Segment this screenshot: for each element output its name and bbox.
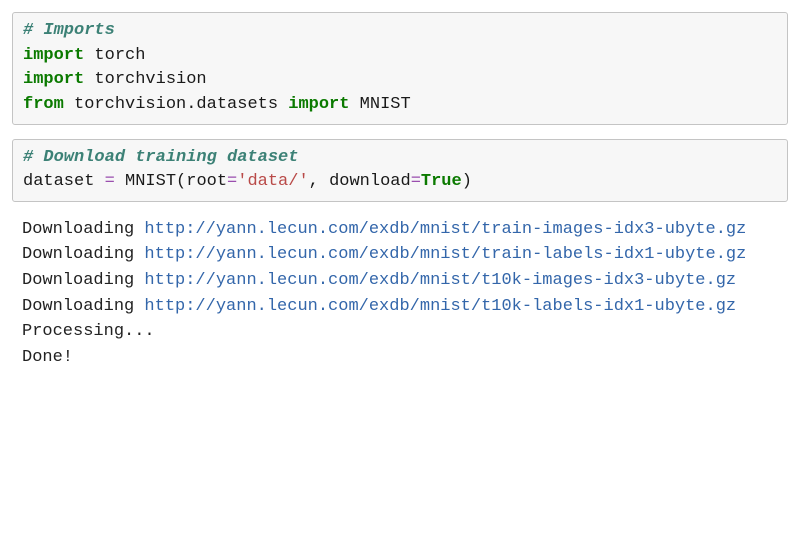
- paren-close: ): [462, 172, 472, 191]
- arg-download: , download: [309, 172, 411, 191]
- keyword-import: import: [23, 46, 84, 65]
- download-url-3: http://yann.lecun.com/exdb/mnist/t10k-im…: [144, 271, 736, 290]
- assign-op: =: [105, 172, 115, 191]
- keyword-from: from: [23, 95, 64, 114]
- downloading-label: Downloading: [22, 271, 144, 290]
- download-line: Downloading http://yann.lecun.com/exdb/m…: [22, 243, 778, 268]
- kwarg-eq: =: [227, 172, 237, 191]
- download-line: Downloading http://yann.lecun.com/exdb/m…: [22, 295, 778, 320]
- done-line: Done!: [22, 346, 778, 371]
- comment-download: # Download training dataset: [23, 148, 298, 167]
- downloading-label: Downloading: [22, 297, 144, 316]
- code-cell-download: # Download training dataset dataset = MN…: [12, 139, 788, 202]
- download-url-1: http://yann.lecun.com/exdb/mnist/train-i…: [144, 220, 746, 239]
- download-line: Downloading http://yann.lecun.com/exdb/m…: [22, 269, 778, 294]
- comment-imports: # Imports: [23, 21, 115, 40]
- code-cell-imports: # Imports import torch import torchvisio…: [12, 12, 788, 125]
- download-url-2: http://yann.lecun.com/exdb/mnist/train-l…: [144, 245, 746, 264]
- var-dataset: dataset: [23, 172, 105, 191]
- module-torch: torch: [84, 46, 145, 65]
- const-true: True: [421, 172, 462, 191]
- download-line: Downloading http://yann.lecun.com/exdb/m…: [22, 218, 778, 243]
- output-cell: Downloading http://yann.lecun.com/exdb/m…: [12, 216, 788, 374]
- downloading-label: Downloading: [22, 220, 144, 239]
- string-data-path: 'data/': [237, 172, 308, 191]
- keyword-import: import: [23, 70, 84, 89]
- package-path: torchvision.datasets: [64, 95, 288, 114]
- module-torchvision: torchvision: [84, 70, 206, 89]
- call-mnist: MNIST(root: [115, 172, 227, 191]
- downloading-label: Downloading: [22, 245, 144, 264]
- download-url-4: http://yann.lecun.com/exdb/mnist/t10k-la…: [144, 297, 736, 316]
- name-mnist: MNIST: [349, 95, 410, 114]
- processing-line: Processing...: [22, 320, 778, 345]
- kwarg-eq: =: [411, 172, 421, 191]
- keyword-import: import: [288, 95, 349, 114]
